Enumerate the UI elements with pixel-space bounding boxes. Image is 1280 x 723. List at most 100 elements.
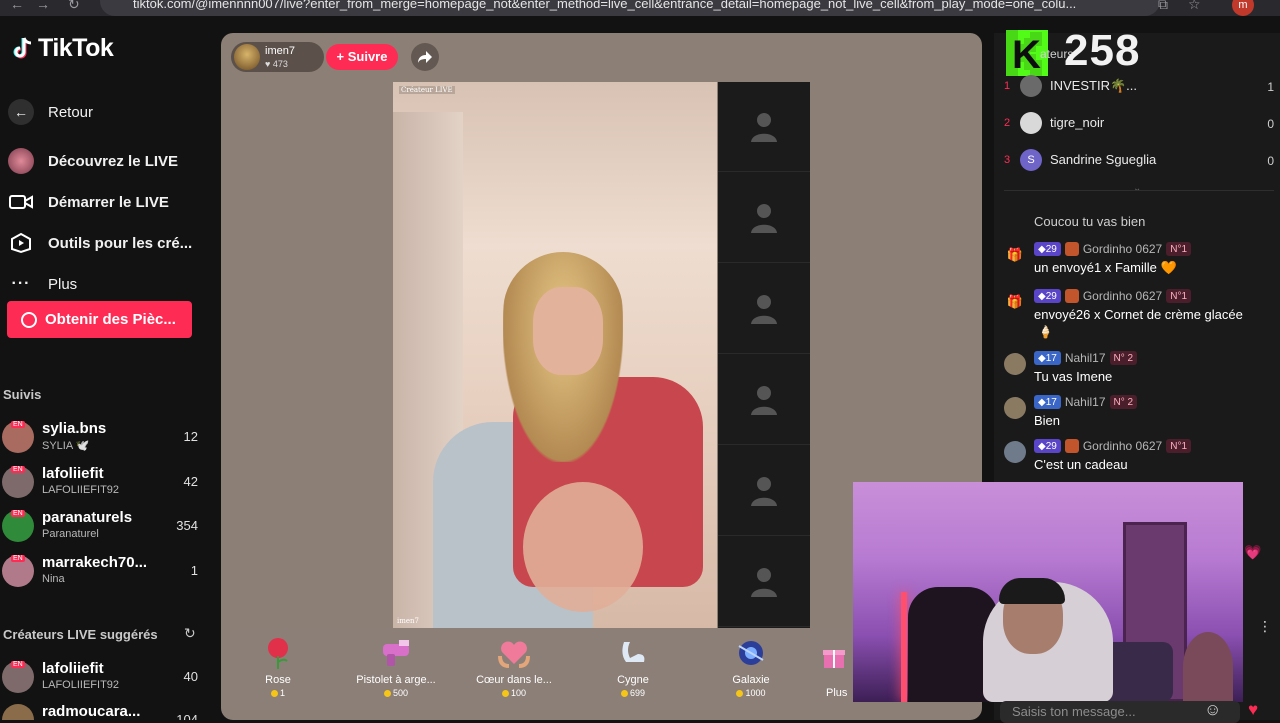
- following-item[interactable]: EN lafoliiefit LAFOLIIEFIT92 42: [2, 462, 198, 502]
- nav-discover-live[interactable]: Découvrez le LIVE: [8, 148, 178, 174]
- guest-slot[interactable]: [718, 537, 810, 627]
- play-tools-icon: [8, 230, 34, 256]
- user-placeholder-icon: [751, 294, 777, 324]
- translate-icon[interactable]: ⧉: [1158, 0, 1168, 13]
- live-video[interactable]: Créateur LIVE imen7: [393, 82, 717, 628]
- chat-input[interactable]: [1012, 704, 1212, 719]
- rank-badge: N°1: [1166, 242, 1192, 256]
- tiktok-logo[interactable]: TikTok: [10, 34, 114, 63]
- suggested-item[interactable]: EN lafoliiefit LAFOLIIEFIT92 40: [2, 657, 198, 697]
- url-text[interactable]: tiktok.com/@imennnn007/live?enter_from_m…: [133, 0, 1143, 11]
- guest-slot[interactable]: [718, 264, 810, 354]
- user-placeholder-icon: [751, 385, 777, 415]
- guest-slot[interactable]: [718, 82, 810, 172]
- host-likes-count: 473: [272, 59, 288, 69]
- live-badge: EN: [11, 555, 25, 562]
- following-sub: LAFOLIIEFIT92: [42, 484, 120, 496]
- bookmark-star-icon[interactable]: ☆: [1188, 0, 1201, 13]
- suggested-name: radmoucara...: [42, 703, 141, 720]
- level-value: 29: [1045, 440, 1057, 452]
- ranking-row[interactable]: 1 INVESTIR🌴... 1: [1004, 73, 1274, 101]
- ranking-name: INVESTIR🌴...: [1050, 78, 1137, 93]
- rank-number: 1: [1004, 80, 1011, 92]
- chat-user[interactable]: Gordinho 0627: [1083, 439, 1162, 453]
- avatar[interactable]: [1004, 353, 1026, 375]
- chat-message: ◆ 29 Gordinho 0627 N°1 C'est un cadeau: [1004, 439, 1274, 475]
- ranking-row[interactable]: 2 tigre_noir 0: [1004, 110, 1274, 138]
- more-vertical-icon[interactable]: ⋮: [1258, 618, 1272, 635]
- chevron-down-icon[interactable]: ⌄: [1133, 183, 1141, 194]
- galaxy-icon: [734, 636, 768, 670]
- gift-icon: 🎁: [1006, 247, 1024, 262]
- guest-slot[interactable]: [718, 355, 810, 445]
- gift-name: Galaxie: [732, 674, 770, 686]
- gifts-more-button[interactable]: Plus: [826, 687, 847, 699]
- chat-user[interactable]: Nahil17: [1065, 351, 1106, 365]
- nav-creator-tools[interactable]: Outils pour les cré...: [8, 230, 192, 256]
- viewer-count: 12: [183, 429, 198, 444]
- gift-item-money-gun[interactable]: Pistolet à arge... 500: [341, 636, 451, 706]
- chat-text: envoyé26 x Cornet de crème glacée: [1034, 307, 1243, 322]
- following-name: sylia.bns: [42, 420, 107, 437]
- gift-box-icon[interactable]: [822, 644, 856, 674]
- avatar[interactable]: [1004, 397, 1026, 419]
- back-label: Retour: [48, 103, 94, 121]
- avatar[interactable]: [1004, 441, 1026, 463]
- get-coins-button[interactable]: Obtenir des Pièc...: [7, 301, 192, 338]
- nav-start-live[interactable]: Démarrer le LIVE: [8, 189, 169, 215]
- gift-item-heart-hands[interactable]: Cœur dans le... 100: [459, 636, 569, 706]
- host-name[interactable]: imen7: [265, 45, 295, 57]
- suggested-section-title: Créateurs LIVE suggérés: [3, 627, 158, 642]
- gift-name: Cœur dans le...: [476, 674, 552, 686]
- level-badge: ◆ 17: [1034, 395, 1061, 409]
- reload-icon[interactable]: ↻: [68, 0, 80, 13]
- rank-badge-value: N°1: [1170, 290, 1188, 302]
- gift-item-swan[interactable]: Cygne 699: [578, 636, 688, 706]
- following-item[interactable]: EN marrakech70... Nina 1: [2, 551, 198, 591]
- guest-slot[interactable]: [718, 446, 810, 536]
- chat-user[interactable]: Gordinho 0627: [1083, 289, 1162, 303]
- chat-user[interactable]: Nahil17: [1065, 395, 1106, 409]
- chat-user[interactable]: Gordinho 0627: [1083, 242, 1162, 256]
- chat-message: Coucou tu vas bien: [1004, 205, 1274, 231]
- guest-slot[interactable]: [718, 173, 810, 263]
- rank-badge-value: N° 2: [1113, 352, 1134, 364]
- emoji-icon[interactable]: ☺: [1204, 700, 1221, 720]
- coin-icon: [21, 311, 37, 328]
- follow-button[interactable]: + Suivre: [326, 44, 398, 70]
- gift-item-rose[interactable]: Rose 1: [223, 636, 333, 706]
- suggested-item[interactable]: radmoucara... 104: [2, 700, 198, 720]
- gift-price: 699: [578, 688, 688, 698]
- ranking-row[interactable]: 3 S Sandrine Sgueglia 0: [1004, 147, 1274, 175]
- avatar: S: [1020, 149, 1042, 171]
- heart-icon: ♥: [265, 59, 271, 69]
- host-avatar[interactable]: [234, 44, 260, 70]
- following-name: marrakech70...: [42, 554, 148, 571]
- forward-arrow-icon[interactable]: →: [36, 0, 50, 12]
- rank-badge-value: N° 2: [1113, 396, 1134, 408]
- rank-number: 3: [1004, 154, 1011, 166]
- following-item[interactable]: EN paranaturels Paranaturel 354: [2, 506, 198, 546]
- webcam-scene: [999, 578, 1065, 604]
- refresh-icon[interactable]: ↻: [184, 625, 196, 642]
- ice-cream-icon: 🍦: [1038, 325, 1053, 339]
- level-value: 29: [1045, 243, 1057, 255]
- gift-price-value: 1: [279, 688, 285, 698]
- browser-profile-avatar[interactable]: m: [1232, 0, 1254, 16]
- live-badge: EN: [11, 466, 25, 473]
- money-gun-icon: [379, 636, 413, 670]
- back-button[interactable]: ← Retour: [8, 99, 93, 125]
- like-heart-icon[interactable]: ♥: [1248, 700, 1258, 720]
- gift-price-value: 500: [392, 688, 409, 698]
- chat-header: ◆ 29 Gordinho 0627 N°1: [1034, 439, 1192, 453]
- user-placeholder-icon: [751, 476, 777, 506]
- back-arrow-icon[interactable]: ←: [10, 0, 24, 12]
- coin-icon: [620, 690, 628, 698]
- user-placeholder-icon: [751, 112, 777, 142]
- gift-item-galaxy[interactable]: Galaxie 1000: [696, 636, 806, 706]
- rank-number: 2: [1004, 117, 1011, 129]
- share-button[interactable]: [411, 43, 439, 71]
- following-sub: SYLIA 🕊️: [42, 440, 90, 452]
- nav-more[interactable]: ··· Plus: [8, 271, 78, 297]
- following-item[interactable]: EN sylia.bns SYLIA 🕊️ 12: [2, 417, 198, 457]
